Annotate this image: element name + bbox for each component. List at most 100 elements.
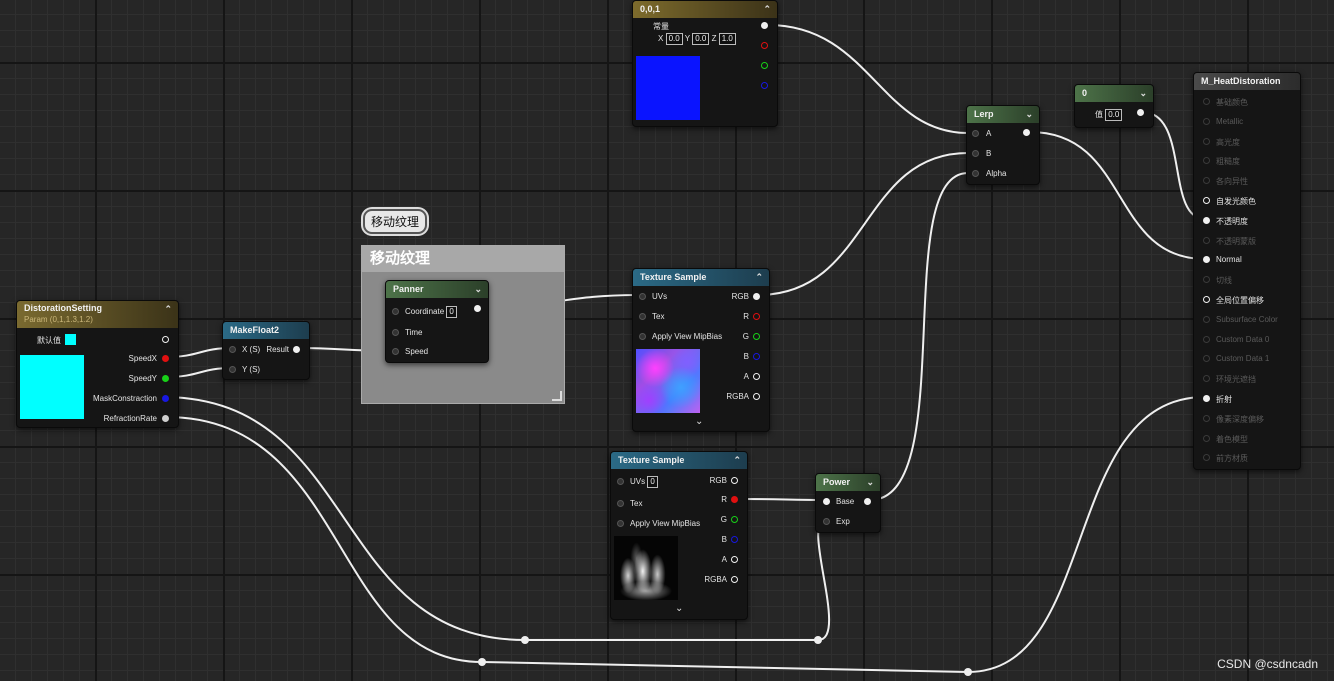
reroute-knot[interactable] (814, 636, 822, 644)
result-input-pin[interactable] (1203, 157, 1210, 165)
coordinate-input[interactable]: 0 (446, 306, 457, 318)
scalar-node[interactable]: 0 ⌄ 值 0.0 (1074, 84, 1154, 128)
collapse-chevron-icon[interactable]: ⌃ (733, 452, 741, 469)
output-pin-a[interactable] (731, 556, 738, 563)
result-input-pin[interactable] (1203, 434, 1210, 442)
input-pin-alpha[interactable] (972, 170, 979, 177)
result-input-pin[interactable] (1203, 454, 1210, 462)
parameter-collection-node[interactable]: DistorationSetting Param (0,1,1.3,1.2) ⌃… (16, 300, 179, 428)
result-input-pin[interactable] (1203, 414, 1210, 422)
result-pin-row[interactable]: 粗糙度 (1202, 155, 1297, 167)
result-input-pin[interactable] (1203, 98, 1210, 105)
result-pin-row[interactable]: 折射 (1202, 393, 1297, 405)
result-input-pin[interactable] (1203, 197, 1210, 204)
input-pin-y[interactable] (229, 366, 236, 373)
result-pin-row[interactable]: Normal (1202, 254, 1297, 266)
input-pin-b[interactable] (972, 150, 979, 157)
output-pin-g[interactable] (731, 516, 738, 523)
value-input[interactable]: 0.0 (1105, 109, 1123, 121)
comment-title[interactable]: 移动纹理 (362, 246, 564, 272)
collapse-chevron-icon[interactable]: ⌄ (1025, 106, 1033, 123)
panner-node[interactable]: Panner ⌄ Coordinate 0 Time Speed (385, 280, 489, 363)
result-input-pin[interactable] (1203, 315, 1210, 323)
output-pin-rgba[interactable] (753, 393, 760, 400)
node-header[interactable]: 0 ⌄ (1075, 85, 1153, 102)
lerp-node[interactable]: Lerp ⌄ A B Alpha (966, 105, 1040, 185)
result-input-pin[interactable] (1203, 236, 1210, 244)
resize-handle-icon[interactable] (552, 391, 562, 401)
result-input-pin[interactable] (1203, 177, 1210, 185)
reroute-knot[interactable] (521, 636, 529, 644)
result-pin-row[interactable]: 自发光颜色 (1202, 195, 1297, 207)
input-pin-speed[interactable] (392, 348, 399, 355)
collapse-chevron-icon[interactable]: ⌃ (755, 269, 763, 286)
input-pin-mipbias[interactable] (639, 333, 646, 340)
input-pin-base[interactable] (823, 498, 830, 505)
result-input-pin[interactable] (1203, 117, 1210, 125)
result-input-pin[interactable] (1203, 137, 1210, 145)
input-pin-tex[interactable] (639, 313, 646, 320)
result-input-pin[interactable] (1203, 355, 1210, 363)
expand-chevron-icon[interactable]: ⌄ (675, 603, 683, 614)
result-input-pin[interactable] (1203, 276, 1210, 284)
node-header[interactable]: MakeFloat2 (223, 322, 309, 339)
output-pin-g[interactable] (753, 333, 760, 340)
output-pin-a[interactable] (753, 373, 760, 380)
comment-bubble[interactable]: 移动纹理 (363, 209, 428, 234)
output-pin-refractionrate[interactable] (162, 415, 169, 422)
x-input[interactable]: 0.0 (665, 33, 683, 45)
result-pin-row[interactable]: 基础颜色 (1202, 96, 1297, 108)
node-header[interactable]: Panner ⌄ (386, 281, 488, 298)
collapse-chevron-icon[interactable]: ⌄ (866, 474, 874, 491)
constant-vector-node[interactable]: 0,0,1 ⌃ 常量 X 0.0 Y 0.0 Z 1.0 (632, 0, 778, 127)
result-pin-row[interactable]: 全局位置偏移 (1202, 294, 1297, 306)
node-header[interactable]: Texture Sample ⌃ (611, 452, 747, 469)
result-pin-row[interactable]: 环境光遮挡 (1202, 373, 1297, 385)
output-pin[interactable] (864, 498, 871, 505)
node-header[interactable]: DistorationSetting Param (0,1,1.3,1.2) ⌃ (17, 301, 178, 328)
input-pin-time[interactable] (392, 329, 399, 336)
output-pin-b[interactable] (753, 353, 760, 360)
uvs-input[interactable]: 0 (647, 476, 658, 488)
result-pin-row[interactable]: Subsurface Color (1202, 314, 1297, 326)
output-pin-g[interactable] (761, 62, 768, 69)
material-result-node[interactable]: M_HeatDistoration 基础颜色 Metallic 高光度 粗糙度 各向异性… (1193, 72, 1301, 470)
output-pin-b[interactable] (761, 82, 768, 89)
collapse-chevron-icon[interactable]: ⌃ (763, 1, 771, 18)
node-header[interactable]: Texture Sample ⌃ (633, 269, 769, 286)
power-node[interactable]: Power ⌄ Base Exp (815, 473, 881, 533)
output-pin[interactable] (761, 22, 768, 29)
result-pin-row[interactable]: 像素深度偏移 (1202, 413, 1297, 425)
output-pin[interactable] (1137, 109, 1144, 116)
reroute-knot[interactable] (964, 668, 972, 676)
output-pin[interactable] (162, 336, 169, 343)
reroute-knot[interactable] (478, 658, 486, 666)
result-pin-row[interactable]: Custom Data 0 (1202, 334, 1297, 346)
result-pin-row[interactable]: Custom Data 1 (1202, 353, 1297, 365)
result-input-pin[interactable] (1203, 296, 1210, 303)
makefloat2-node[interactable]: MakeFloat2 X (S) Y (S) Result (222, 321, 310, 380)
collapse-chevron-icon[interactable]: ⌃ (164, 303, 172, 316)
node-header[interactable]: Power ⌄ (816, 474, 880, 491)
collapse-chevron-icon[interactable]: ⌄ (1139, 85, 1147, 102)
input-pin-uvs[interactable] (639, 293, 646, 300)
result-pin-row[interactable]: 前方材质 (1202, 452, 1297, 464)
result-pin-row[interactable]: 着色模型 (1202, 433, 1297, 445)
input-pin-coordinate[interactable] (392, 308, 399, 315)
output-pin[interactable] (1023, 129, 1030, 136)
result-pin-row[interactable]: 不透明度 (1202, 215, 1297, 227)
z-input[interactable]: 1.0 (718, 33, 736, 45)
result-input-pin[interactable] (1203, 375, 1210, 383)
input-pin-tex[interactable] (617, 500, 624, 507)
texture-sample-node[interactable]: Texture Sample ⌃ UVs Tex Apply View MipBi… (632, 268, 770, 432)
output-pin[interactable] (474, 305, 481, 312)
input-pin-exp[interactable] (823, 518, 830, 525)
input-pin-a[interactable] (972, 130, 979, 137)
result-pin-row[interactable]: 高光度 (1202, 136, 1297, 148)
output-pin[interactable] (293, 346, 300, 353)
output-pin-b[interactable] (731, 536, 738, 543)
node-header[interactable]: Lerp ⌄ (967, 106, 1039, 123)
result-pin-row[interactable]: 各向异性 (1202, 175, 1297, 187)
default-color-swatch[interactable] (65, 334, 76, 345)
output-pin-speedy[interactable] (162, 375, 169, 382)
